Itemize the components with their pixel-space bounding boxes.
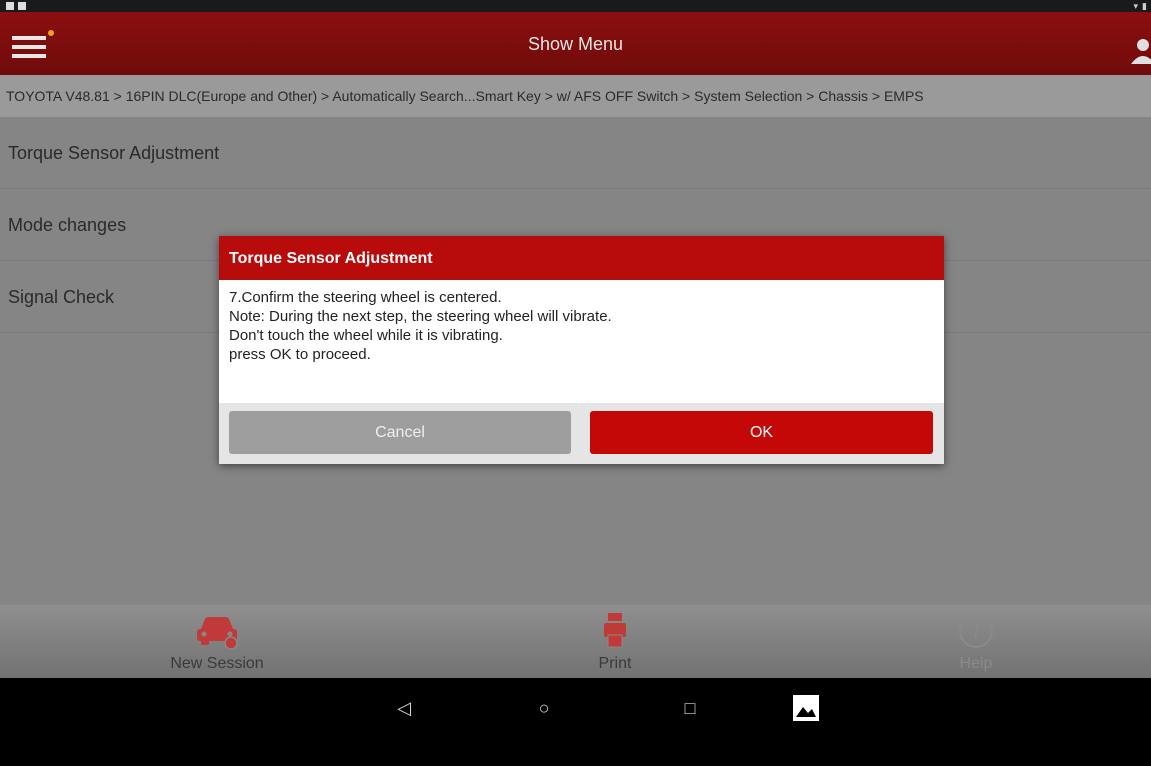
menu-item-torque-sensor-adjustment[interactable]: Torque Sensor Adjustment — [0, 117, 1151, 189]
svg-text:i: i — [973, 621, 979, 643]
new-session-label: New Session — [170, 655, 264, 672]
print-label: Print — [598, 655, 632, 672]
menu-item-label: Mode changes — [8, 215, 127, 235]
info-icon: i — [956, 611, 996, 656]
menu-item-label: Torque Sensor Adjustment — [8, 143, 220, 163]
gallery-icon[interactable] — [788, 690, 824, 726]
top-app-bar: Show Menu — [0, 12, 1151, 75]
back-button[interactable]: ◁ — [386, 690, 422, 726]
wifi-icon: ▾ — [1133, 0, 1139, 11]
car-icon — [193, 611, 241, 656]
menu-item-label: Signal Check — [8, 287, 115, 307]
help-button[interactable]: i Help — [876, 605, 1076, 678]
bottom-toolbar: New Session Print i Help — [0, 605, 1151, 678]
dialog-message: 7.Confirm the steering wheel is centered… — [229, 288, 929, 364]
status-bar-left — [6, 0, 26, 12]
status-bar: ▾ ▮ — [0, 0, 1151, 12]
android-navigation-bar: ◁ ○ □ — [0, 678, 1151, 766]
ok-button[interactable]: OK — [590, 411, 933, 454]
torque-sensor-dialog: Torque Sensor Adjustment 7.Confirm the s… — [219, 236, 944, 464]
dialog-message-line: 7.Confirm the steering wheel is centered… — [229, 289, 502, 306]
app-screen: ▾ ▮ Show Menu TOYOTA V48.81 > 16PIN DLC(… — [0, 0, 1151, 766]
page-title: Show Menu — [527, 34, 624, 54]
status-bar-right: ▾ ▮ — [1134, 0, 1147, 12]
dialog-message-line: press OK to proceed. — [229, 346, 371, 363]
notification-icon — [18, 2, 26, 10]
breadcrumb: TOYOTA V48.81 > 16PIN DLC(Europe and Oth… — [0, 75, 1151, 117]
home-button[interactable]: ○ — [526, 690, 562, 726]
user-icon[interactable] — [1127, 36, 1151, 66]
dialog-message-line: Don't touch the wheel while it is vibrat… — [229, 327, 503, 344]
cancel-button[interactable]: Cancel — [229, 411, 571, 454]
dialog-title: Torque Sensor Adjustment — [219, 236, 944, 280]
dialog-message-line: Note: During the next step, the steering… — [229, 308, 612, 325]
battery-icon: ▮ — [1142, 0, 1147, 11]
print-button[interactable]: Print — [515, 605, 715, 678]
notification-icon — [6, 2, 14, 10]
help-label: Help — [959, 655, 993, 672]
printer-icon — [600, 611, 630, 656]
recents-button[interactable]: □ — [672, 690, 708, 726]
dialog-footer: Cancel OK — [219, 403, 944, 464]
new-session-button[interactable]: New Session — [117, 605, 317, 678]
